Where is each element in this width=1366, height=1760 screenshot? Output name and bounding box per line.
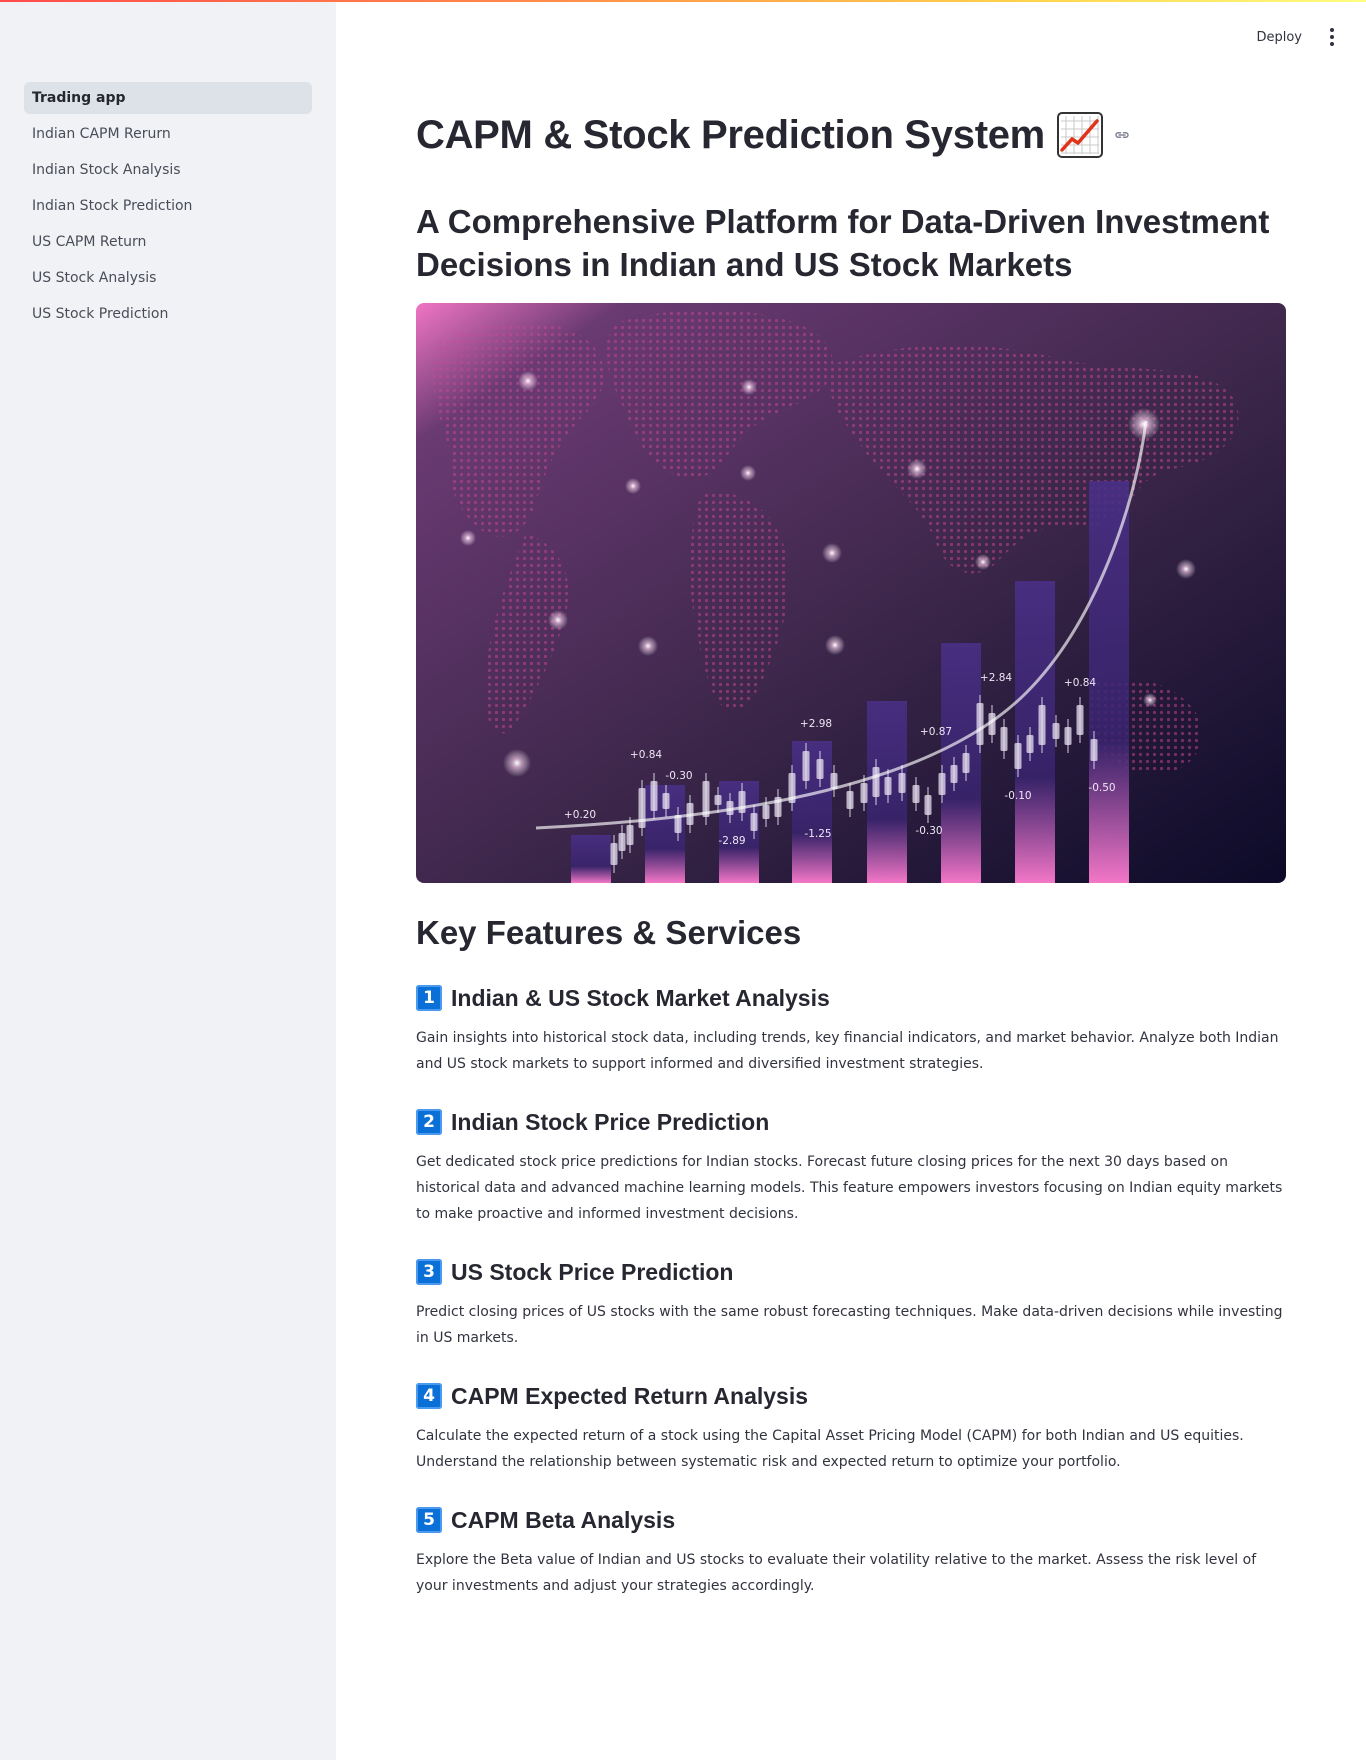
feature-5: 5 CAPM Beta Analysis Explore the Beta va… (416, 1505, 1286, 1599)
header-decoration (0, 0, 1366, 2)
hero-candle (912, 785, 920, 803)
feature-3: 3 US Stock Price Prediction Predict clos… (416, 1257, 1286, 1351)
hero-candle (1014, 743, 1022, 769)
keycap-4-icon: 4 (416, 1383, 442, 1409)
title-row: CAPM & Stock Prediction System (416, 112, 1131, 158)
hero-bar (571, 835, 611, 883)
hero-candle (1090, 739, 1098, 761)
sidebar-item-trading-app[interactable]: Trading app (24, 82, 312, 114)
feature-description: Get dedicated stock price predictions fo… (416, 1154, 1283, 1222)
hero-candle (816, 759, 824, 779)
hero-label: +0.84 (630, 749, 662, 761)
feature-heading: 2 Indian Stock Price Prediction (416, 1107, 1286, 1137)
hero-candle (650, 781, 658, 811)
features-heading: Key Features & Services (416, 914, 802, 951)
hero-candle (924, 795, 932, 815)
sidebar-item-us-stock-prediction[interactable]: US Stock Prediction (24, 298, 312, 330)
hero-candle (1038, 705, 1046, 745)
feature-title: Indian Stock Price Prediction (451, 1108, 770, 1135)
hero-candle (762, 805, 770, 819)
hero-label: -0.50 (1088, 782, 1115, 794)
hero-label: -0.30 (665, 770, 692, 782)
hero-candle (750, 813, 758, 831)
feature-1: 1 Indian & US Stock Market Analysis Gain… (416, 983, 1286, 1077)
hero-label: -0.30 (915, 825, 942, 837)
feature-description: Calculate the expected return of a stock… (416, 1428, 1244, 1470)
keycap-5-icon: 5 (416, 1507, 442, 1533)
hero-label: -2.89 (718, 835, 745, 847)
sidebar-item-indian-capm-return[interactable]: Indian CAPM Rerurn (24, 118, 312, 150)
feature-description: Gain insights into historical stock data… (416, 1030, 1279, 1072)
feature-description: Predict closing prices of US stocks with… (416, 1304, 1283, 1346)
hero-candle (1000, 727, 1008, 751)
feature-title: CAPM Expected Return Analysis (451, 1382, 809, 1409)
header-actions: Deploy (1256, 22, 1342, 52)
keycap-2-icon: 2 (416, 1109, 442, 1135)
sidebar: Trading app Indian CAPM Rerurn Indian St… (0, 0, 336, 1760)
feature-title: CAPM Beta Analysis (451, 1506, 676, 1533)
hero-candle (860, 783, 868, 803)
hero-label: -1.25 (804, 828, 831, 840)
feature-2: 2 Indian Stock Price Prediction Get dedi… (416, 1107, 1286, 1227)
hero-image: +0.20 +0.84 -0.30 -2.89 +2.98 -1.25 +0.87 -0.30… (416, 303, 1286, 883)
hero-candle (846, 791, 854, 809)
feature-description: Explore the Beta value of Indian and US … (416, 1552, 1257, 1594)
hero-candle (802, 751, 810, 781)
feature-heading: 3 US Stock Price Prediction (416, 1257, 1286, 1287)
hero-candle (898, 773, 906, 793)
hero-label: +2.98 (800, 718, 832, 730)
feature-title: US Stock Price Prediction (451, 1258, 734, 1285)
hero-candle (976, 703, 984, 745)
hero-candle (884, 777, 892, 795)
keycap-1-icon: 1 (416, 985, 442, 1011)
feature-heading: 4 CAPM Expected Return Analysis (416, 1381, 1286, 1411)
feature-heading: 1 Indian & US Stock Market Analysis (416, 983, 1286, 1013)
hero-candle (872, 767, 880, 797)
sidebar-item-indian-stock-prediction[interactable]: Indian Stock Prediction (24, 190, 312, 222)
hero-bar (1015, 581, 1055, 883)
hero-candle (962, 753, 970, 773)
hero-candle (626, 825, 634, 845)
sidebar-item-us-capm-return[interactable]: US CAPM Return (24, 226, 312, 258)
hero-candle (618, 833, 626, 851)
sidebar-nav: Trading app Indian CAPM Rerurn Indian St… (24, 82, 312, 334)
link-icon[interactable] (1113, 126, 1131, 144)
deploy-button[interactable]: Deploy (1256, 30, 1302, 45)
hero-candle (1064, 727, 1072, 745)
hero-bar (941, 643, 981, 883)
hero-illustration: +0.20+0.84-0.30-2.89+2.98-1.25+0.87-0.30… (416, 303, 1286, 883)
hero-candle (1076, 705, 1084, 735)
hero-label: +0.84 (1064, 677, 1096, 689)
hero-candle (950, 765, 958, 783)
hero-bar (792, 741, 832, 883)
hero-label: -0.10 (1004, 790, 1031, 802)
kebab-menu-icon[interactable] (1322, 25, 1342, 49)
hero-label: +0.20 (564, 809, 596, 821)
hero-candle (938, 773, 946, 795)
keycap-3-icon: 3 (416, 1259, 442, 1285)
feature-title: Indian & US Stock Market Analysis (451, 984, 830, 1011)
hero-candle (1026, 735, 1034, 753)
hero-candle (662, 793, 670, 809)
hero-candle (714, 795, 722, 805)
sidebar-item-us-stock-analysis[interactable]: US Stock Analysis (24, 262, 312, 294)
sidebar-item-indian-stock-analysis[interactable]: Indian Stock Analysis (24, 154, 312, 186)
hero-label: +2.84 (980, 672, 1012, 684)
page-subtitle: A Comprehensive Platform for Data-Driven… (416, 203, 1270, 283)
hero-candle (1052, 723, 1060, 739)
feature-heading: 5 CAPM Beta Analysis (416, 1505, 1286, 1535)
page-title: CAPM & Stock Prediction System (416, 112, 1045, 157)
hero-candle (610, 843, 618, 865)
hero-label: +0.87 (920, 726, 952, 738)
feature-4: 4 CAPM Expected Return Analysis Calculat… (416, 1381, 1286, 1475)
hero-candle (738, 791, 746, 813)
chart-increasing-icon (1056, 112, 1103, 158)
